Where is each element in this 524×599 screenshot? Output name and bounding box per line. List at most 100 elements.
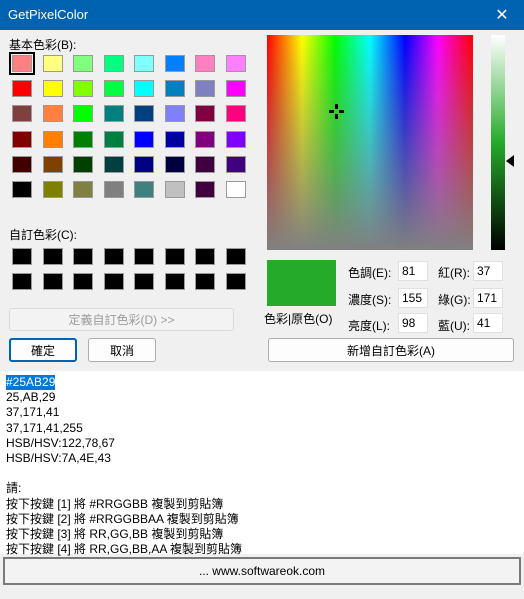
define-custom-colors-button[interactable]: 定義自訂色彩(D) >> — [9, 308, 234, 331]
basic-color-swatch[interactable] — [73, 181, 93, 198]
basic-color-swatch[interactable] — [12, 130, 32, 148]
luminance-arrow-icon[interactable] — [506, 155, 514, 167]
basic-color-swatch[interactable] — [103, 155, 124, 173]
luminance-slider[interactable] — [491, 35, 505, 250]
basic-color-swatch[interactable] — [73, 55, 93, 72]
basic-color-swatch[interactable] — [225, 80, 246, 98]
add-custom-color-button[interactable]: 新增自訂色彩(A) — [268, 338, 514, 362]
basic-color-swatch[interactable] — [73, 155, 93, 173]
custom-colors-label: 自訂色彩(C): — [9, 228, 77, 242]
window-title: GetPixelColor — [8, 7, 89, 22]
saturation-field[interactable]: 155 — [398, 288, 428, 308]
basic-color-swatch[interactable] — [12, 80, 32, 98]
basic-color-swatch[interactable] — [9, 52, 35, 75]
basic-color-swatch[interactable] — [195, 55, 215, 72]
basic-color-swatch[interactable] — [164, 181, 185, 198]
basic-color-swatch[interactable] — [134, 155, 154, 173]
basic-color-swatch[interactable] — [164, 55, 185, 72]
custom-color-swatch[interactable] — [134, 273, 154, 291]
basic-color-swatch[interactable] — [134, 80, 154, 98]
basic-color-swatch[interactable] — [164, 105, 185, 123]
basic-color-swatch[interactable] — [42, 55, 63, 72]
website-link-label: ... www.softwareok.com — [198, 564, 326, 578]
custom-color-swatch[interactable] — [73, 248, 93, 265]
basic-color-swatch[interactable] — [195, 181, 215, 198]
green-field[interactable]: 171 — [473, 288, 503, 308]
custom-color-swatch[interactable] — [164, 273, 185, 291]
basic-color-swatch[interactable] — [42, 105, 63, 123]
color-spectrum[interactable] — [267, 35, 473, 250]
basic-color-swatch[interactable] — [195, 105, 215, 123]
basic-color-swatch[interactable] — [164, 80, 185, 98]
basic-color-swatch[interactable] — [12, 155, 32, 173]
custom-color-swatch[interactable] — [134, 248, 154, 265]
custom-color-swatch[interactable] — [164, 248, 185, 265]
basic-color-swatch[interactable] — [134, 55, 154, 72]
output-line: 按下按鍵 [1] 將 #RRGGBB 複製到剪貼簿 — [6, 496, 224, 511]
basic-color-swatch[interactable] — [225, 155, 246, 173]
blue-label: 藍(U): — [438, 319, 470, 333]
color-preview — [267, 260, 336, 306]
custom-color-swatch[interactable] — [225, 248, 246, 265]
basic-color-swatch[interactable] — [195, 80, 215, 98]
custom-color-swatch[interactable] — [195, 248, 215, 265]
basic-color-swatch[interactable] — [164, 130, 185, 148]
cancel-button[interactable]: 取消 — [88, 338, 156, 362]
hue-label: 色調(E): — [348, 266, 392, 280]
red-field[interactable]: 37 — [473, 261, 503, 281]
close-icon: ✕ — [495, 7, 509, 24]
output-line: 按下按鍵 [3] 將 RR,GG,BB 複製到剪貼簿 — [6, 527, 224, 541]
close-button[interactable]: ✕ — [480, 0, 524, 30]
custom-color-swatch[interactable] — [103, 273, 124, 291]
output-text-area[interactable]: #25AB29 25,AB,29 37,171,41 37,171,41,255 HSB… — [0, 371, 524, 556]
basic-color-swatch[interactable] — [42, 80, 63, 98]
output-line: HSB/HSV:7A,4E,43 — [6, 451, 111, 465]
basic-color-swatch[interactable] — [225, 181, 246, 198]
ok-button[interactable]: 確定 — [9, 338, 77, 362]
basic-color-swatch[interactable] — [42, 155, 63, 173]
hue-field[interactable]: 81 — [398, 261, 428, 281]
basic-color-swatch[interactable] — [103, 80, 124, 98]
red-label: 紅(R): — [438, 266, 470, 280]
basic-color-swatch[interactable] — [73, 105, 93, 123]
basic-color-swatch[interactable] — [42, 181, 63, 198]
basic-color-swatch[interactable] — [195, 155, 215, 173]
custom-color-swatch[interactable] — [195, 273, 215, 291]
basic-color-swatch[interactable] — [42, 130, 63, 148]
custom-color-swatch[interactable] — [42, 273, 63, 291]
basic-color-swatch[interactable] — [103, 181, 124, 198]
basic-color-swatch[interactable] — [164, 155, 185, 173]
basic-color-swatch[interactable] — [73, 80, 93, 98]
custom-color-swatch[interactable] — [73, 273, 93, 291]
custom-color-swatch[interactable] — [42, 248, 63, 265]
custom-color-swatch[interactable] — [12, 273, 32, 291]
basic-color-swatch[interactable] — [134, 181, 154, 198]
ok-label: 確定 — [30, 343, 55, 358]
cancel-label: 取消 — [109, 343, 134, 358]
basic-color-swatch[interactable] — [73, 130, 93, 148]
green-label: 綠(G): — [438, 293, 471, 307]
basic-color-swatch[interactable] — [12, 181, 32, 198]
crosshair-icon — [329, 104, 344, 119]
custom-color-swatch[interactable] — [12, 248, 32, 265]
website-link-button[interactable]: ... www.softwareok.com — [3, 557, 521, 585]
custom-color-swatch[interactable] — [225, 273, 246, 291]
preview-label: 色彩|原色(O) — [264, 312, 333, 326]
basic-color-swatch[interactable] — [103, 55, 124, 72]
output-line: HSB/HSV:122,78,67 — [6, 435, 115, 450]
define-custom-colors-label: 定義自訂色彩(D) >> — [68, 313, 175, 327]
basic-color-swatch[interactable] — [225, 105, 246, 123]
custom-color-swatch[interactable] — [103, 248, 124, 265]
output-line: 請: — [6, 481, 22, 496]
basic-color-swatch[interactable] — [225, 130, 246, 148]
blue-field[interactable]: 41 — [473, 313, 503, 333]
basic-color-swatch[interactable] — [195, 130, 215, 148]
basic-color-swatch[interactable] — [134, 105, 154, 123]
luminance-field[interactable]: 98 — [398, 313, 428, 333]
basic-color-swatch[interactable] — [103, 130, 124, 148]
basic-color-swatch[interactable] — [12, 105, 32, 123]
basic-color-swatch[interactable] — [103, 105, 124, 123]
basic-color-swatch[interactable] — [134, 130, 154, 148]
basic-color-swatch[interactable] — [225, 55, 246, 72]
basic-colors-label: 基本色彩(B): — [9, 38, 77, 52]
